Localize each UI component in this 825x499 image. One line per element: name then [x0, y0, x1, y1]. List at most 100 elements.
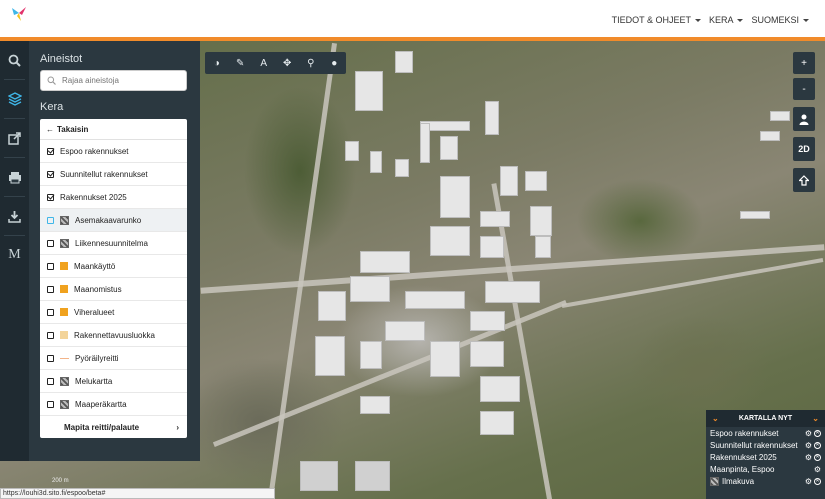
street-view-button[interactable]: [793, 107, 815, 131]
layer-item-espoo-rakennukset[interactable]: Espoo rakennukset: [40, 140, 187, 163]
layer-item-maanomistus[interactable]: Maanomistus: [40, 278, 187, 301]
layer-item-asemakaavarunko[interactable]: Asemakaavarunko: [40, 209, 187, 232]
rail-print[interactable]: [0, 158, 29, 196]
zoom-out-button[interactable]: -: [793, 78, 815, 100]
app-logo[interactable]: [10, 5, 28, 23]
pin-icon[interactable]: ⚲: [299, 52, 323, 74]
nav-label: TIEDOT & OHJEET: [611, 15, 691, 25]
layer-item-viheralueet[interactable]: Viheralueet: [40, 301, 187, 324]
layer-label: Maaperäkartta: [75, 399, 127, 409]
checkbox[interactable]: [47, 216, 54, 224]
building: [345, 141, 359, 161]
rail-search[interactable]: [0, 41, 29, 79]
print-icon: [8, 171, 21, 183]
contrast-icon[interactable]: ◑: [205, 52, 229, 74]
building: [300, 461, 338, 491]
view-mode-button[interactable]: 2D: [793, 137, 815, 161]
chevron-down-icon[interactable]: ⌄: [812, 414, 819, 423]
active-layer-label: Ilmakuva: [722, 476, 755, 486]
on-map-panel: ⌄ KARTALLA NYT ⌄ Espoo rakennukset ⚙ ✕ Su…: [706, 410, 825, 499]
layer-item-rakennettavuusluokka[interactable]: Rakennettavuusluokka: [40, 324, 187, 347]
building: [470, 311, 505, 331]
nav-language[interactable]: SUOMEKSI: [751, 15, 809, 25]
gear-icon[interactable]: ⚙: [805, 441, 812, 450]
close-icon[interactable]: ✕: [814, 429, 821, 437]
back-button[interactable]: ← Takaisin: [40, 119, 187, 140]
chevron-down-icon[interactable]: ⌄: [712, 414, 719, 423]
building: [360, 341, 382, 369]
rail-layers[interactable]: [0, 80, 29, 118]
gear-icon[interactable]: ⚙: [805, 477, 812, 486]
legend-line-icon: [60, 357, 69, 359]
rail-share[interactable]: [0, 119, 29, 157]
active-layer-row: Maanpinta, Espoo ⚙: [706, 463, 825, 475]
metadata-icon[interactable]: M: [0, 236, 29, 274]
layer-label: Pyöräilyreitti: [75, 353, 119, 363]
checkbox[interactable]: [47, 354, 54, 362]
on-map-header[interactable]: ⌄ KARTALLA NYT ⌄: [706, 410, 825, 427]
zoom-in-button[interactable]: +: [793, 52, 815, 74]
building: [480, 376, 520, 402]
checkbox[interactable]: [47, 239, 54, 247]
building: [480, 236, 504, 258]
layer-item-maankaytto[interactable]: Maankäyttö: [40, 255, 187, 278]
caret-down-icon: [737, 18, 744, 22]
search-icon: [47, 76, 56, 85]
building: [525, 171, 547, 191]
layer-search-input[interactable]: [62, 76, 182, 85]
layer-item-suunnitellut-rakennukset[interactable]: Suunnitellut rakennukset: [40, 163, 187, 186]
nav-kera[interactable]: KERA: [709, 15, 744, 25]
checkbox[interactable]: [47, 170, 54, 178]
rail-download[interactable]: [0, 197, 29, 235]
active-layer-label: Rakennukset 2025: [710, 452, 777, 462]
building: [385, 321, 425, 341]
checkbox[interactable]: [47, 147, 54, 155]
share-icon: [8, 131, 21, 145]
layer-item-liikennesuunnitelma[interactable]: Liikennesuunnitelma: [40, 232, 187, 255]
checkbox[interactable]: [47, 308, 54, 316]
building: [760, 131, 780, 141]
legend-image-icon: [60, 376, 69, 386]
move-icon[interactable]: ✥: [276, 52, 300, 74]
arrow-left-icon: ←: [46, 124, 54, 134]
checkbox[interactable]: [47, 331, 54, 339]
measure-icon[interactable]: ✎: [229, 52, 253, 74]
legend-swatch-icon: [60, 308, 68, 316]
building: [350, 276, 390, 302]
text-icon[interactable]: A: [252, 52, 276, 74]
route-feedback-link[interactable]: Mapita reitti/palaute ›: [40, 416, 187, 438]
close-icon[interactable]: ✕: [814, 477, 821, 485]
checkbox[interactable]: [47, 193, 54, 201]
active-layer-label: Espoo rakennukset: [710, 428, 779, 438]
layer-item-maaperakartta[interactable]: Maaperäkartta: [40, 393, 187, 416]
person-icon: [799, 114, 809, 125]
home-button[interactable]: [793, 168, 815, 192]
top-nav: TIEDOT & OHJEET KERA SUOMEKSI: [612, 15, 809, 25]
layer-label: Viheralueet: [74, 307, 115, 317]
gear-icon[interactable]: ⚙: [805, 429, 812, 438]
gear-icon[interactable]: ⚙: [805, 453, 812, 462]
building: [355, 461, 390, 491]
checkbox[interactable]: [47, 262, 54, 270]
layer-label: Asemakaavarunko: [75, 215, 142, 225]
building: [405, 291, 465, 309]
close-icon[interactable]: ✕: [814, 441, 821, 449]
legend-image-icon: [60, 399, 69, 409]
layer-item-rakennukset-2025[interactable]: Rakennukset 2025: [40, 186, 187, 209]
checkbox[interactable]: [47, 400, 54, 408]
active-layer-label: Suunnitellut rakennukset: [710, 440, 798, 450]
layer-item-melukartta[interactable]: Melukartta: [40, 370, 187, 393]
gear-icon[interactable]: ⚙: [814, 465, 821, 474]
building: [315, 336, 345, 376]
layer-search[interactable]: [40, 70, 187, 91]
active-layer-row: Ilmakuva ⚙ ✕: [706, 475, 825, 487]
layer-label: Rakennukset 2025: [60, 192, 127, 202]
point-icon[interactable]: ●: [323, 52, 347, 74]
nav-tiedot-ohjeet[interactable]: TIEDOT & OHJEET: [612, 15, 701, 25]
checkbox[interactable]: [47, 285, 54, 293]
layer-item-pyorailyreitti[interactable]: Pyöräilyreitti: [40, 347, 187, 370]
layers-icon: [7, 92, 22, 106]
checkbox[interactable]: [47, 377, 54, 385]
close-icon[interactable]: ✕: [814, 453, 821, 461]
active-layer-row: Espoo rakennukset ⚙ ✕: [706, 427, 825, 439]
